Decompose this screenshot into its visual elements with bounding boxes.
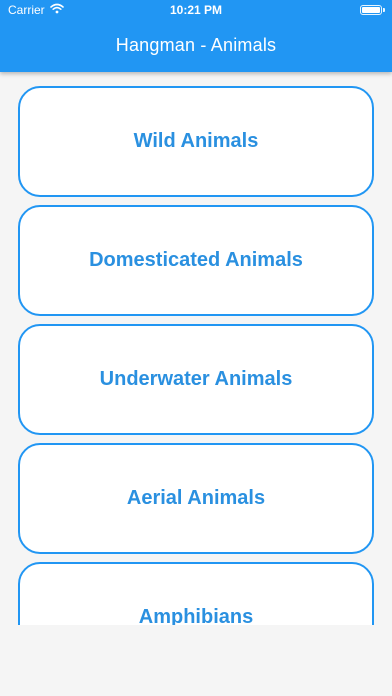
status-bar: Carrier 10:21 PM [0,0,392,22]
category-label: Wild Animals [133,130,259,152]
app-bar: Carrier 10:21 PM Hangman - Animals [0,0,392,72]
bottom-area [0,625,392,696]
status-time: 10:21 PM [169,3,223,17]
category-label: Domesticated Animals [89,249,303,271]
category-card-wild-animals[interactable]: Wild Animals [18,86,374,197]
category-label: Amphibians [138,606,254,625]
category-card-aerial-animals[interactable]: Aerial Animals [18,443,374,554]
category-label: Aerial Animals [126,487,266,509]
category-card-underwater-animals[interactable]: Underwater Animals [18,324,374,435]
screen: Carrier 10:21 PM Hangman - Animals Wild … [0,0,392,696]
category-card-amphibians[interactable]: Amphibians [18,562,374,625]
battery-icon [360,5,385,15]
category-list[interactable]: Wild Animals Domesticated Animals Underw… [0,72,392,625]
category-card-domesticated-animals[interactable]: Domesticated Animals [18,205,374,316]
page-title: Hangman - Animals [115,35,277,55]
category-label: Underwater Animals [99,368,293,390]
